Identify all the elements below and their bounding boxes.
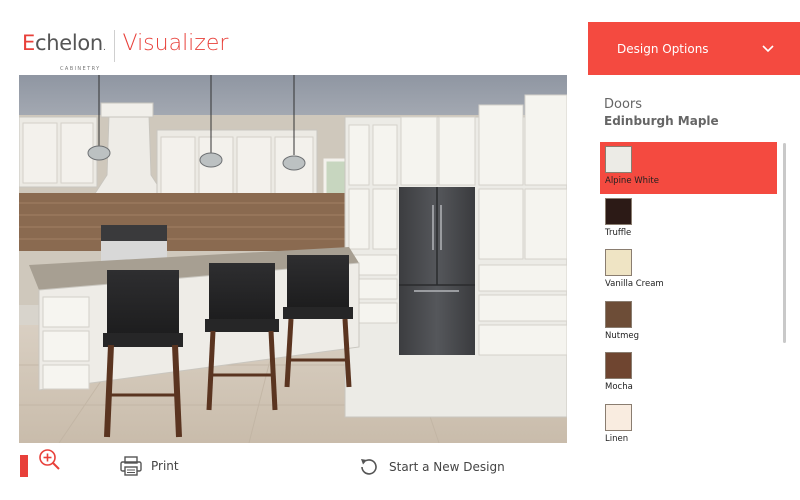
color-swatch — [605, 197, 632, 225]
kitchen-render — [19, 75, 567, 443]
door-color-option[interactable]: Vanilla Cream — [600, 245, 777, 297]
panel-title: Doors — [604, 97, 643, 112]
start-new-design-label: Start a New Design — [389, 460, 505, 474]
logo: Echelon. CABINETRY Visualizer — [22, 30, 229, 72]
brand-initial: E — [22, 31, 35, 55]
color-name: Vanilla Cream — [605, 279, 664, 289]
color-swatch — [605, 249, 632, 276]
color-name: Alpine White — [605, 176, 659, 186]
printer-icon — [120, 456, 142, 476]
color-swatch — [605, 300, 632, 328]
door-color-option[interactable]: Linen — [600, 400, 777, 451]
color-name: Mocha — [605, 382, 633, 392]
zoom-in-icon — [39, 449, 60, 470]
kitchen-render-image — [19, 75, 567, 443]
chevron-down-icon — [762, 44, 774, 52]
print-button[interactable]: Print — [120, 456, 179, 476]
zoom-indicator — [20, 455, 28, 477]
echelon-brand: Echelon. CABINETRY — [22, 30, 106, 72]
door-color-option[interactable]: Alpine White — [600, 142, 777, 194]
design-options-dropdown[interactable]: Design Options — [588, 22, 800, 75]
color-swatch — [605, 146, 632, 173]
brand-name: chelon — [34, 31, 103, 55]
zoom-in-button[interactable] — [38, 448, 62, 472]
color-name: Linen — [605, 433, 629, 444]
refresh-icon — [361, 459, 377, 475]
app-title: Visualizer — [122, 31, 229, 56]
logo-divider — [113, 30, 115, 62]
print-label: Print — [151, 459, 179, 473]
visualizer-app: Echelon. CABINETRY Visualizer Print Star… — [0, 0, 800, 500]
color-name: Nutmeg — [605, 330, 639, 341]
door-color-option[interactable]: Nutmeg — [600, 297, 777, 349]
color-swatch — [605, 403, 632, 431]
door-style-name: Edinburgh Maple — [604, 114, 719, 128]
brand-mark: . — [102, 43, 106, 53]
design-options-label: Design Options — [617, 41, 709, 56]
door-color-option[interactable]: Truffle — [600, 194, 777, 246]
door-color-option[interactable]: Mocha — [600, 348, 777, 400]
color-name: Truffle — [605, 227, 632, 238]
swatch-list-scrollbar[interactable] — [783, 143, 786, 343]
start-new-design-button[interactable]: Start a New Design — [358, 456, 505, 478]
color-swatch — [605, 352, 632, 379]
door-color-list: Alpine White Truffle Vanilla Cream Nutmeg Mo… — [600, 142, 777, 450]
